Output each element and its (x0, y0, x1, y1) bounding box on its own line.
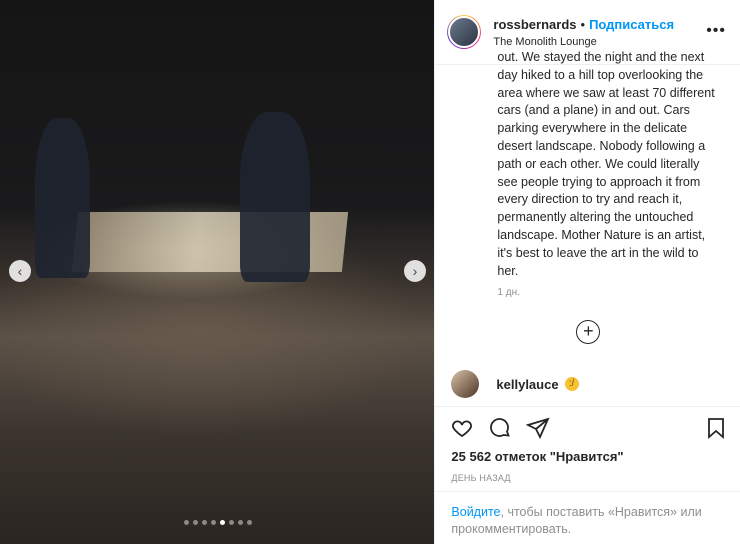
caption-text: out. We stayed the night and the next da… (497, 50, 715, 278)
person-right (240, 112, 310, 282)
heart-icon[interactable] (450, 416, 474, 440)
header-text: rossbernards • Подписаться The Monolith Lo… (493, 17, 674, 48)
carousel-dot (210, 520, 216, 525)
commenter-avatar[interactable] (451, 370, 480, 398)
post-date: ДЕНЬ НАЗАД (451, 473, 511, 483)
post-sidebar: rossbernards • Подписаться The Monolith Lo… (434, 0, 740, 544)
chevron-right-icon[interactable]: › (404, 260, 426, 282)
carousel-dot (183, 520, 189, 525)
instagram-post: ‹ › rossbernards • Подписаться The Monolit… (0, 0, 740, 544)
comment-row: kellylauce :/ (451, 370, 579, 398)
person-left (35, 118, 90, 278)
follow-button[interactable]: Подписаться (589, 17, 674, 32)
carousel-dots (0, 512, 434, 530)
comment-icon[interactable] (488, 416, 512, 440)
carousel-dot (192, 520, 198, 525)
location-link[interactable]: The Monolith Lounge (493, 36, 674, 48)
plus-circle-icon[interactable]: + (576, 320, 601, 344)
action-icons (450, 416, 551, 440)
carousel-dot (219, 520, 225, 525)
avatar-image (448, 16, 481, 48)
carousel-dot (201, 520, 207, 525)
caption-time: 1 дн. (497, 287, 520, 298)
login-prompt: Войдите, чтобы поставить «Нравится» или … (435, 491, 740, 538)
confused-emoji: :/ (564, 377, 579, 391)
header-separator: • (580, 16, 586, 32)
share-icon[interactable] (526, 416, 551, 440)
commenter-username[interactable]: kellylauce (496, 377, 558, 392)
carousel-dot (246, 520, 252, 525)
author-avatar[interactable] (447, 15, 482, 49)
actions-divider (435, 406, 740, 407)
header-line: rossbernards • Подписаться (493, 17, 674, 32)
bookmark-icon[interactable] (704, 416, 728, 440)
login-link[interactable]: Войдите (451, 505, 500, 519)
author-username[interactable]: rossbernards (493, 17, 576, 32)
more-horizontal-icon[interactable]: ••• (706, 22, 726, 40)
chevron-left-icon[interactable]: ‹ (9, 260, 31, 282)
likes-count[interactable]: 25 562 отметок "Нравится" (451, 449, 623, 464)
carousel-dot (228, 520, 234, 525)
post-photo: ‹ › (0, 0, 435, 544)
carousel-dot (237, 520, 243, 525)
